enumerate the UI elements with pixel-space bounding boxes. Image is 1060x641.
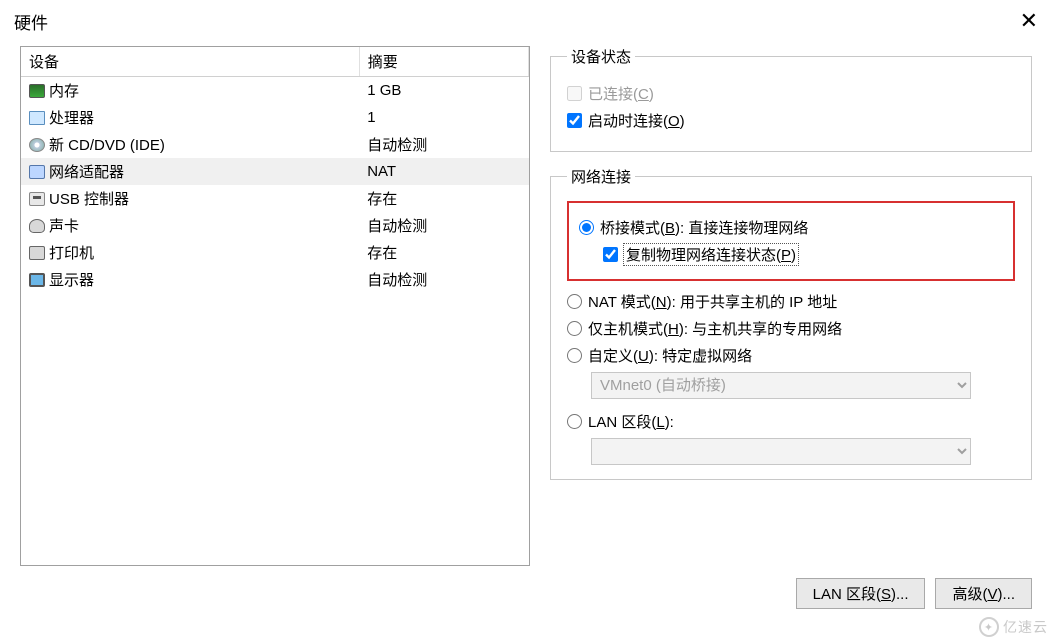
table-row[interactable]: 处理器 1 xyxy=(21,104,529,131)
mon-icon xyxy=(29,273,45,287)
custom-radio[interactable] xyxy=(567,348,582,363)
device-state-group: 设备状态 已连接(C) 启动时连接(O) xyxy=(550,46,1032,152)
device-summary: 存在 xyxy=(359,239,528,266)
table-row[interactable]: 声卡 自动检测 xyxy=(21,212,529,239)
custom-label: 自定义(U): 特定虚拟网络 xyxy=(588,345,752,366)
lan-segment-label: LAN 区段(L): xyxy=(588,411,674,432)
window-title: 硬件 xyxy=(14,9,48,34)
device-name: 打印机 xyxy=(49,245,94,262)
snd-icon xyxy=(29,219,45,233)
device-name: 声卡 xyxy=(49,218,79,235)
watermark: ✦ 亿速云 xyxy=(979,617,1048,637)
table-row[interactable]: 显示器 自动检测 xyxy=(21,266,529,293)
bridged-label: 桥接模式(B): 直接连接物理网络 xyxy=(600,217,808,238)
cpu-icon xyxy=(29,111,45,125)
device-summary: NAT xyxy=(359,158,528,185)
connect-at-poweron-label: 启动时连接(O) xyxy=(588,110,685,131)
device-summary: 自动检测 xyxy=(359,131,528,158)
table-row[interactable]: 网络适配器 NAT xyxy=(21,158,529,185)
replicate-label: 复制物理网络连接状态(P) xyxy=(624,244,798,265)
hostonly-radio[interactable] xyxy=(567,321,582,336)
network-connection-group: 网络连接 桥接模式(B): 直接连接物理网络 复制物理网络连接状态(P) xyxy=(550,166,1032,480)
device-summary: 1 GB xyxy=(359,77,528,105)
hostonly-label: 仅主机模式(H): 与主机共享的专用网络 xyxy=(588,318,842,339)
nat-label: NAT 模式(N): 用于共享主机的 IP 地址 xyxy=(588,291,837,312)
cloud-icon: ✦ xyxy=(979,617,999,637)
advanced-button[interactable]: 高级(V)... xyxy=(935,578,1032,609)
cd-icon xyxy=(29,138,45,152)
prn-icon xyxy=(29,246,45,260)
titlebar: 硬件 ✕ xyxy=(0,0,1060,36)
device-summary: 1 xyxy=(359,104,528,131)
table-row[interactable]: 内存 1 GB xyxy=(21,77,529,105)
table-row[interactable]: 新 CD/DVD (IDE) 自动检测 xyxy=(21,131,529,158)
device-name: 网络适配器 xyxy=(49,164,124,181)
connected-checkbox xyxy=(567,86,582,101)
device-summary: 自动检测 xyxy=(359,266,528,293)
mem-icon xyxy=(29,84,45,98)
table-row[interactable]: 打印机 存在 xyxy=(21,239,529,266)
lan-segment-select xyxy=(591,438,971,465)
highlight-box: 桥接模式(B): 直接连接物理网络 复制物理网络连接状态(P) xyxy=(567,201,1015,281)
device-state-legend: 设备状态 xyxy=(567,46,635,67)
device-summary: 自动检测 xyxy=(359,212,528,239)
custom-vmnet-select: VMnet0 (自动桥接) xyxy=(591,372,971,399)
device-name: 内存 xyxy=(49,83,79,100)
col-device[interactable]: 设备 xyxy=(21,47,359,77)
connected-label: 已连接(C) xyxy=(588,83,654,104)
table-row[interactable]: USB 控制器 存在 xyxy=(21,185,529,212)
device-name: 处理器 xyxy=(49,110,94,127)
device-name: 新 CD/DVD (IDE) xyxy=(49,137,165,154)
col-summary[interactable]: 摘要 xyxy=(359,47,528,77)
connect-at-poweron-checkbox[interactable] xyxy=(567,113,582,128)
lan-segment-radio[interactable] xyxy=(567,414,582,429)
net-icon xyxy=(29,165,45,179)
close-icon[interactable]: ✕ xyxy=(1012,8,1046,34)
device-summary: 存在 xyxy=(359,185,528,212)
usb-icon xyxy=(29,192,45,206)
lan-segments-button[interactable]: LAN 区段(S)... xyxy=(796,578,926,609)
replicate-checkbox[interactable] xyxy=(603,247,618,262)
bridged-radio[interactable] xyxy=(579,220,594,235)
device-name: USB 控制器 xyxy=(49,191,129,208)
nat-radio[interactable] xyxy=(567,294,582,309)
network-connection-legend: 网络连接 xyxy=(567,166,635,187)
device-name: 显示器 xyxy=(49,272,94,289)
device-table: 设备 摘要 内存1 GB处理器1新 CD/DVD (IDE)自动检测网络适配器N… xyxy=(20,46,530,566)
